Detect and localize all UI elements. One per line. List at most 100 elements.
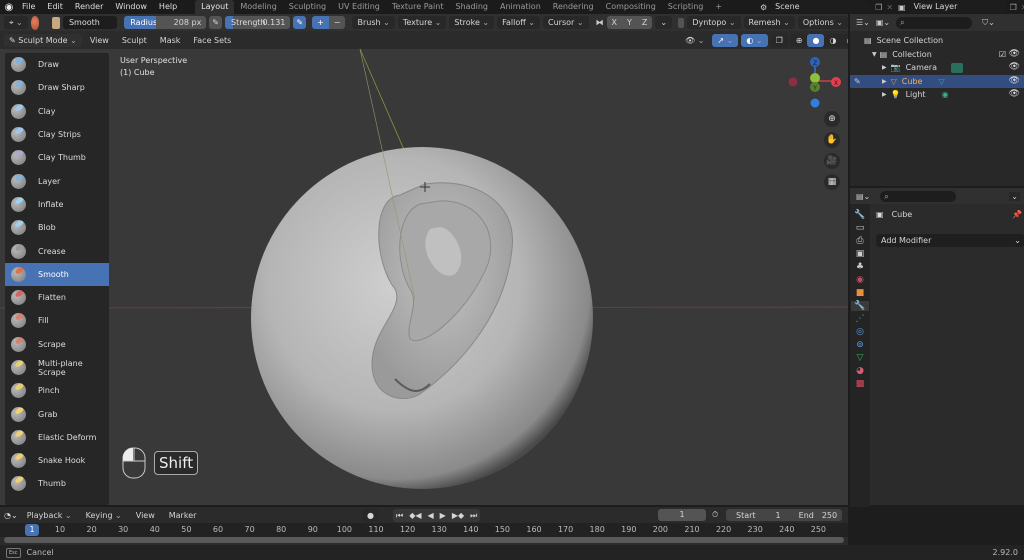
tool-clay-strips[interactable]: Clay Strips	[5, 123, 109, 146]
tool-smooth[interactable]: Smooth	[5, 262, 109, 286]
filter-icon[interactable]: ⛉⌄	[982, 18, 995, 28]
camera-view-icon[interactable]: 🎥	[824, 153, 840, 169]
new-view-layer-icon[interactable]: ❐	[1010, 3, 1017, 12]
ortho-toggle-icon[interactable]: ▦	[824, 174, 840, 190]
visibility-icon[interactable]: 👁	[680, 34, 709, 47]
tool-elastic-deform[interactable]: Elastic Deform	[5, 426, 109, 449]
workspace-tab-uv-editing[interactable]: UV Editing	[332, 0, 386, 14]
marker-menu[interactable]: Marker	[164, 509, 202, 522]
symmetry-z-toggle[interactable]: Z	[636, 16, 653, 29]
brush-texture-icon[interactable]	[52, 16, 60, 29]
tool-crease[interactable]: Crease	[5, 239, 109, 262]
stroke-menu[interactable]: Stroke	[449, 16, 495, 29]
texture-tab-icon[interactable]: ▩	[856, 379, 865, 389]
workspace-tab-texture-paint[interactable]: Texture Paint	[386, 0, 450, 14]
properties-options-dropdown[interactable]: ⌄	[1009, 191, 1020, 201]
menu-window[interactable]: Window	[109, 0, 153, 14]
tool-blob[interactable]: Blob	[5, 216, 109, 239]
wireframe-shading-icon[interactable]: ⊕	[790, 33, 808, 47]
tool-clay[interactable]: Clay	[5, 100, 109, 123]
expand-arrow-icon[interactable]: ▶	[882, 61, 887, 75]
prev-keyframe-button[interactable]: ◆◀	[406, 509, 424, 522]
tool-fill[interactable]: Fill	[5, 309, 109, 332]
radius-slider-label[interactable]: Radius	[124, 16, 157, 29]
object-tab-icon[interactable]: ■	[856, 288, 865, 298]
menu-render[interactable]: Render	[69, 0, 109, 14]
sculpt-menu[interactable]: Sculpt	[117, 34, 152, 47]
outliner-item-cube[interactable]: Cube	[902, 75, 923, 89]
direction-add-button[interactable]: +	[312, 16, 329, 29]
scene-tab-icon[interactable]: ♣	[856, 262, 864, 272]
symmetry-x-toggle[interactable]: X	[606, 16, 623, 29]
light-eye-icon[interactable]: 👁	[1009, 88, 1020, 102]
tool-multi-plane-scrape[interactable]: Multi-plane Scrape	[5, 356, 109, 379]
timeline-view-menu[interactable]: View	[131, 509, 160, 522]
overlay-toggle-icon[interactable]: ◐	[741, 33, 768, 47]
physics-tab-icon[interactable]: ◎	[856, 327, 864, 337]
workspace-tab-rendering[interactable]: Rendering	[547, 0, 600, 14]
texture-menu[interactable]: Texture	[397, 16, 447, 29]
pin-icon[interactable]: 📌	[1012, 210, 1022, 219]
jump-start-button[interactable]: ⏮	[393, 509, 406, 522]
expand-arrow-icon[interactable]: ▶	[882, 88, 887, 102]
keying-menu[interactable]: Keying	[81, 509, 127, 522]
menu-edit[interactable]: Edit	[41, 0, 69, 14]
remesh-menu[interactable]: Remesh	[743, 16, 795, 29]
tool-grab[interactable]: Grab	[5, 402, 109, 425]
mask-menu[interactable]: Mask	[155, 34, 186, 47]
workspace-tab-sculpting[interactable]: Sculpting	[283, 0, 332, 14]
dyntopo-checkbox[interactable]	[678, 17, 685, 28]
viewport-canvas[interactable]: Z X Y	[0, 49, 848, 505]
outliner-search-input[interactable]: ⌕	[896, 16, 973, 29]
tool-snake-hook[interactable]: Snake Hook	[5, 449, 109, 472]
collapse-arrow-icon[interactable]: ▼	[872, 48, 877, 62]
particles-tab-icon[interactable]: ⋰	[856, 314, 865, 324]
playhead-frame[interactable]: 1	[25, 524, 39, 536]
radius-pressure-icon[interactable]: ✎	[209, 16, 222, 29]
pan-view-icon[interactable]: ✋	[824, 132, 840, 148]
jump-end-button[interactable]: ⏭	[467, 509, 480, 522]
start-frame-field[interactable]: 1	[776, 511, 781, 520]
gizmo-toggle-icon[interactable]: ↗	[712, 33, 739, 47]
properties-editor-type-icon[interactable]: ▤⌄	[856, 192, 870, 201]
play-reverse-button[interactable]: ◀	[425, 509, 437, 522]
collection-eye-icon[interactable]: 👁	[1009, 48, 1020, 62]
outliner-editor-type-icon[interactable]: ☰⌄	[856, 18, 870, 27]
brush-name-field[interactable]: Smooth	[62, 16, 118, 29]
output-tab-icon[interactable]: ⎙	[856, 236, 863, 246]
timeline-ruler[interactable]: 1 10 20 30 40 50 60 70 80 90 100 110 120 130 140 150 160…	[0, 523, 848, 537]
workspace-tab-modeling[interactable]: Modeling	[234, 0, 282, 14]
tool-layer[interactable]: Layer	[5, 169, 109, 192]
view-layer-tab-icon[interactable]: ▣	[856, 249, 865, 259]
playback-menu[interactable]: Playback	[22, 509, 77, 522]
symmetry-dropdown[interactable]: ⌄	[655, 16, 673, 29]
tool-inflate[interactable]: Inflate	[5, 193, 109, 216]
brush-preview-icon[interactable]	[30, 15, 40, 30]
symmetry-y-toggle[interactable]: Y	[622, 16, 637, 29]
workspace-tab-compositing[interactable]: Compositing	[600, 0, 662, 14]
add-workspace-button[interactable]: +	[709, 0, 728, 14]
strength-slider[interactable]: Strength 0.131	[225, 16, 291, 29]
current-frame-field[interactable]: 1	[658, 509, 706, 521]
tool-scrape[interactable]: Scrape	[5, 333, 109, 356]
view-layer-icon[interactable]: ▣	[898, 3, 906, 12]
menu-help[interactable]: Help	[153, 0, 183, 14]
tool-clay-thumb[interactable]: Clay Thumb	[5, 146, 109, 169]
workspace-tab-scripting[interactable]: Scripting	[662, 0, 710, 14]
options-menu[interactable]: Options	[797, 16, 848, 29]
menu-file[interactable]: File	[16, 0, 41, 14]
expand-arrow-icon[interactable]: ▶	[882, 75, 887, 89]
outliner-item-camera[interactable]: Camera	[906, 61, 937, 75]
play-button[interactable]: ▶	[437, 509, 449, 522]
tool-thumb[interactable]: Thumb	[5, 472, 109, 495]
cube-eye-icon[interactable]: 👁	[1009, 75, 1020, 89]
3d-viewport[interactable]: Z X Y User Perspective (1) Cube ⊕ ✋ 🎥 ▦ …	[0, 49, 848, 505]
dyntopo-menu[interactable]: Dyntopo	[687, 16, 741, 29]
constraints-tab-icon[interactable]: ⊚	[856, 340, 864, 350]
radius-value[interactable]: 208 px	[156, 16, 207, 29]
direction-subtract-button[interactable]: −	[328, 16, 346, 29]
brush-menu[interactable]: Brush	[352, 16, 395, 29]
sculpt-mode-dropdown[interactable]: ✎ Sculpt Mode	[4, 33, 82, 47]
display-mode-icon[interactable]: ▣⌄	[876, 18, 890, 27]
tool-tab-icon[interactable]: 🔧	[854, 210, 865, 220]
